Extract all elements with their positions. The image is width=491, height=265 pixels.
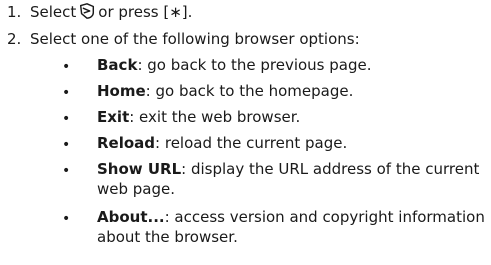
step-1: 1. Select or press [∗]. (0, 2, 491, 24)
bullet: • (62, 111, 71, 127)
option-name: Reload (97, 134, 156, 152)
option-name: Back (97, 56, 138, 74)
bullet: • (62, 85, 71, 101)
option-name: Show URL (97, 160, 182, 178)
browser-menu-icon (80, 3, 95, 19)
option-description: : go back to the homepage. (145, 82, 354, 100)
step-number: 1. (7, 3, 22, 21)
step-2: 2. Select one of the following browser o… (0, 29, 491, 51)
option-show-url: Show URL: display the URL address of the… (97, 159, 487, 199)
option-reload: Reload: reload the current page. (97, 133, 487, 153)
option-about: About...: access version and copyright i… (97, 207, 487, 247)
option-name: Home (97, 82, 146, 100)
step-text: Select one of the following browser opti… (30, 30, 360, 48)
option-name: About... (97, 208, 165, 226)
option-description: : reload the current page. (155, 134, 348, 152)
option-home: Home: go back to the homepage. (97, 81, 487, 101)
option-exit: Exit: exit the web browser. (97, 107, 487, 127)
option-name: Exit (97, 108, 130, 126)
bullet: • (62, 163, 71, 179)
bullet: • (62, 211, 71, 227)
step-text-after-icon: or press [∗]. (98, 3, 193, 21)
option-description: : exit the web browser. (129, 108, 301, 126)
step-number: 2. (7, 30, 22, 48)
step-text: Select or press [∗]. (30, 2, 192, 22)
bullet: • (62, 137, 71, 153)
option-description: : go back to the previous page. (137, 56, 372, 74)
step-text-before-icon: Select (30, 3, 77, 21)
option-back: Back: go back to the previous page. (97, 55, 487, 75)
bullet: • (62, 59, 71, 75)
